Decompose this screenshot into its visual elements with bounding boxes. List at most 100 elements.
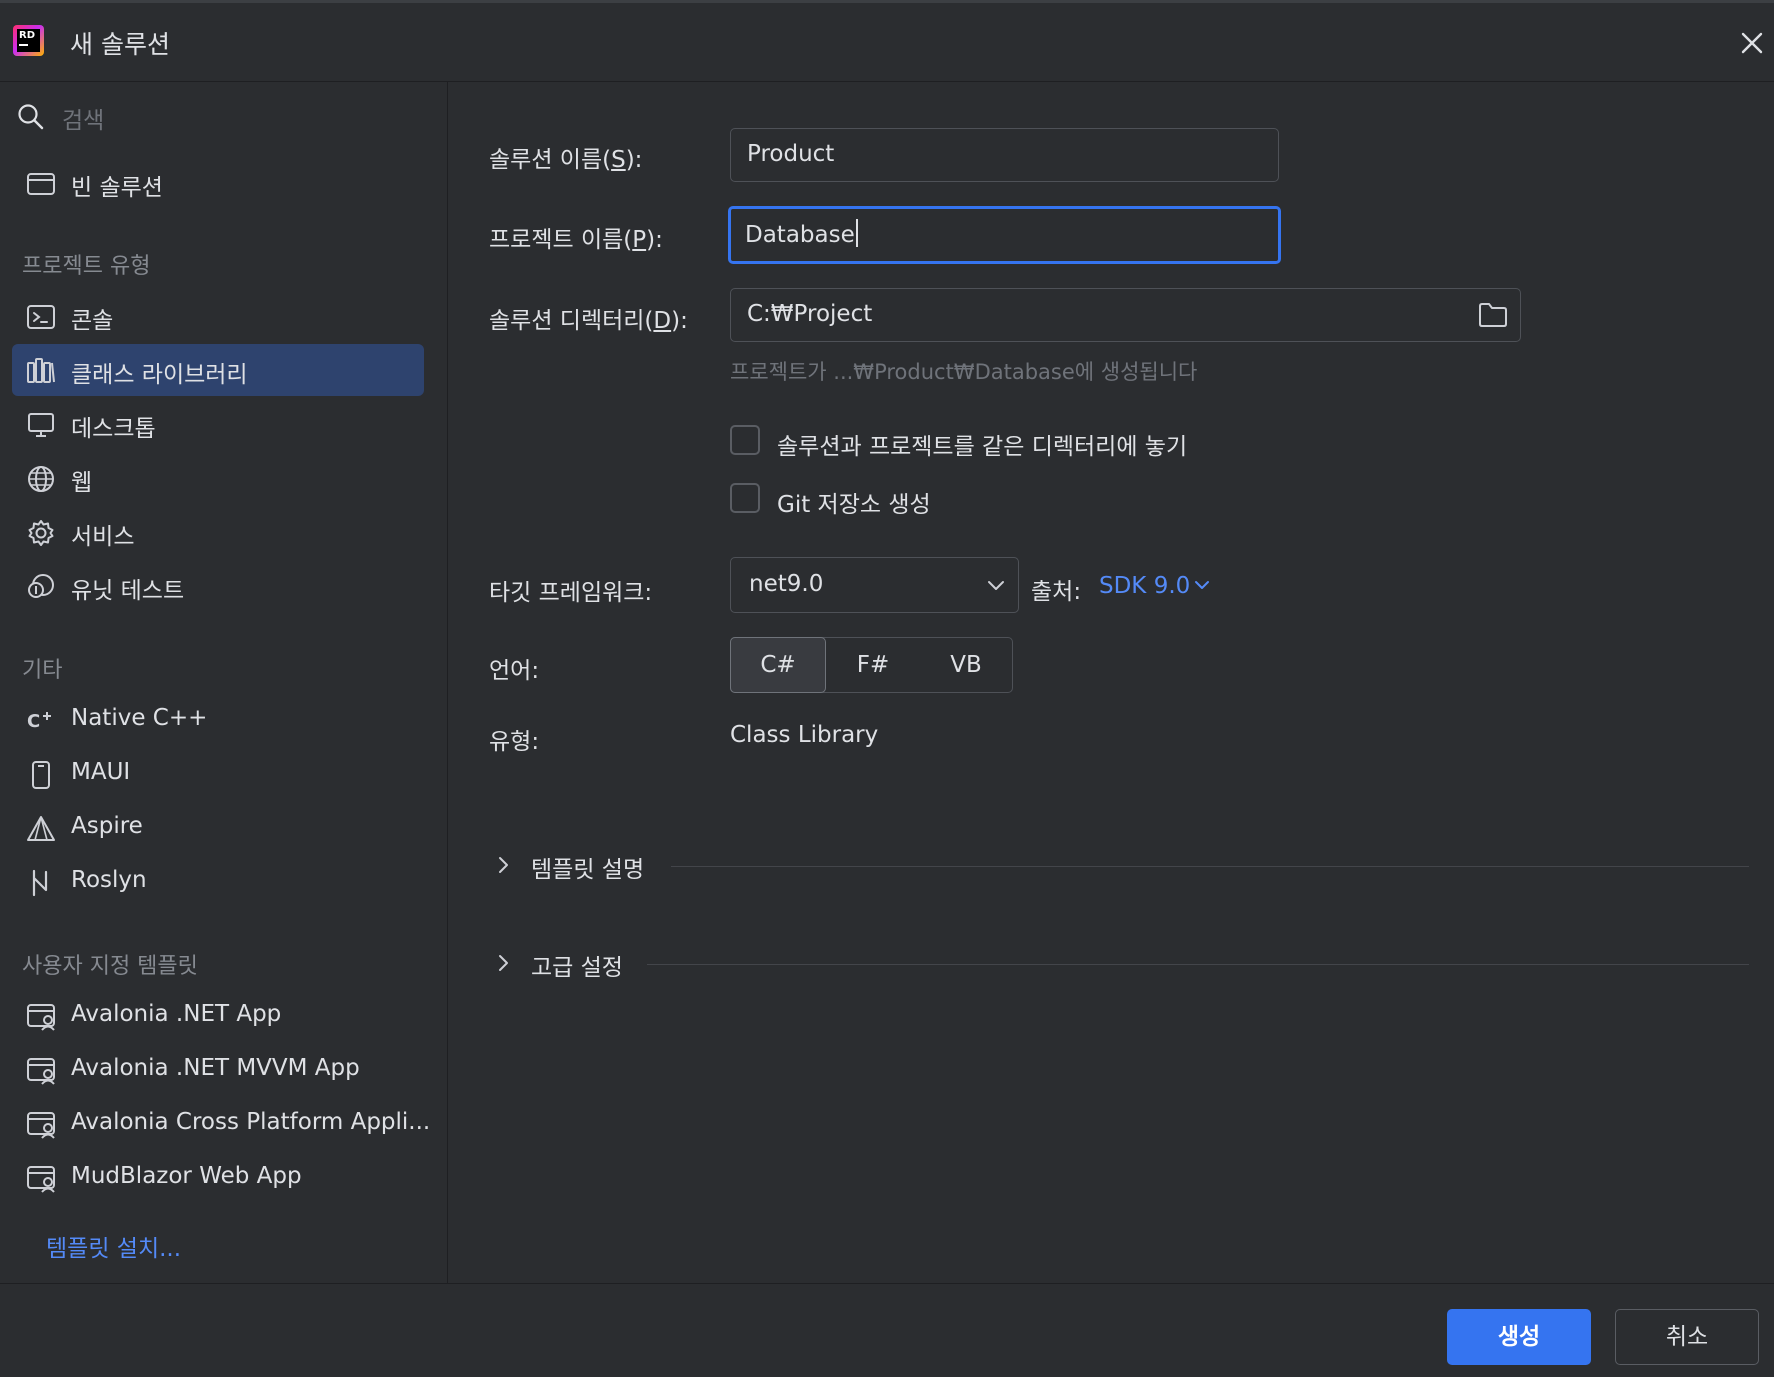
sidebar-item-empty-solution[interactable]: 빈 솔루션 [12,157,424,209]
search-icon [16,102,46,132]
sidebar-item-label: MAUI [71,759,131,785]
language-option-fsharp[interactable]: F# [828,638,918,692]
window-icon [26,169,56,199]
text-caret [855,219,858,247]
cancel-button[interactable]: 취소 [1615,1309,1759,1365]
aspire-icon [26,814,56,844]
template-sidebar: 검색 빈 솔루션 프로젝트 유형 콘솔 클래스 라이브러리 데스크톱 웹 서비스… [0,82,448,1283]
source-sdk-link[interactable]: SDK 9.0 [1099,573,1190,599]
solution-name-label: 솔루션 이름(S): [489,140,642,174]
dialog-footer: 생성 취소 [0,1283,1774,1377]
library-icon [26,356,56,386]
search-field[interactable]: 검색 [14,98,424,138]
install-templates-link[interactable]: 템플릿 설치... [46,1229,181,1263]
label-text: ): [646,227,663,253]
section-header-other: 기타 [22,658,63,683]
gear-icon [26,518,56,548]
sidebar-item-label: Roslyn [71,867,147,893]
label-text: 프로젝트 이름( [489,227,633,253]
sidebar-item-desktop[interactable]: 데스크톱 [12,398,424,450]
sidebar-item-label: Avalonia Cross Platform Appli... [71,1109,431,1135]
sidebar-item-web[interactable]: 웹 [12,452,424,504]
chevron-down-icon[interactable] [1193,576,1211,594]
folder-icon[interactable] [1478,301,1508,329]
input-text: Database [745,222,855,248]
sidebar-item-unit-test[interactable]: 유닛 테스트 [12,560,424,612]
unit-test-icon [26,572,56,602]
solution-dir-input[interactable]: C:₩Project [730,288,1521,342]
sidebar-item-label: 빈 솔루션 [71,175,163,201]
label-text: 솔루션 이름( [489,147,612,173]
chevron-down-icon [986,575,1006,595]
sidebar-item-label: Avalonia .NET App [71,1001,282,1027]
sidebar-item-roslyn[interactable]: Roslyn [12,856,424,908]
section-divider [671,866,1749,867]
dropdown-value: net9.0 [749,571,824,597]
sidebar-item-label: 클래스 라이브러리 [71,362,248,388]
section-header-custom-templates: 사용자 지정 템플릿 [22,954,198,979]
sidebar-item-avalonia-mvvm-app[interactable]: Avalonia .NET MVVM App [12,1044,424,1096]
title-bar: RD 새 솔루션 [0,3,1774,82]
input-value: Database [745,219,858,248]
sidebar-item-label: Aspire [71,813,143,839]
create-button[interactable]: 생성 [1447,1309,1591,1365]
new-solution-dialog: RD 새 솔루션 검색 빈 솔루션 프로젝트 유형 콘솔 클래스 라이브러리 데… [0,0,1774,1377]
language-segmented-control: C# F# VB [730,637,1013,693]
template-icon [26,1164,56,1194]
solution-dir-label: 솔루션 디렉터리(D): [489,301,688,335]
same-directory-checkbox[interactable] [730,425,760,455]
globe-icon [26,464,56,494]
search-placeholder: 검색 [62,108,105,134]
sidebar-item-label: 유닛 테스트 [71,578,185,604]
type-label: 유형: [489,729,540,755]
template-icon [26,1002,56,1032]
section-divider [647,964,1749,965]
label-text: ): [671,308,688,334]
close-button[interactable] [1734,25,1770,61]
source-label: 출처: [1031,579,1082,605]
same-directory-label[interactable]: 솔루션과 프로젝트를 같은 디렉터리에 놓기 [777,427,1187,461]
language-option-vb[interactable]: VB [919,638,1013,692]
terminal-icon [26,302,56,332]
sidebar-item-class-library[interactable]: 클래스 라이브러리 [12,344,424,396]
sidebar-item-native-cpp[interactable]: C Native C++ [12,694,424,746]
chevron-right-icon [495,952,513,974]
input-value: C:₩Project [747,301,873,327]
input-value: Product [747,141,835,167]
sidebar-item-aspire[interactable]: Aspire [12,802,424,854]
phone-icon [26,760,56,790]
label-text: 솔루션 디렉터리( [489,308,654,334]
language-label: 언어: [489,658,540,684]
sidebar-item-avalonia-cross-platform[interactable]: Avalonia Cross Platform Appli... [12,1098,430,1150]
close-icon [1741,32,1763,54]
sidebar-item-label: 웹 [71,470,93,496]
sidebar-item-label: Avalonia .NET MVVM App [71,1055,360,1081]
git-repo-checkbox[interactable] [730,483,760,513]
advanced-settings-section[interactable]: 고급 설정 [495,944,1749,984]
chevron-right-icon [495,854,513,876]
sidebar-item-service[interactable]: 서비스 [12,506,424,558]
git-repo-label[interactable]: Git 저장소 생성 [777,485,931,519]
solution-name-input[interactable]: Product [730,128,1279,182]
svg-text:C: C [27,711,40,732]
sidebar-item-mudblazor-web-app[interactable]: MudBlazor Web App [12,1152,424,1204]
project-name-input[interactable]: Database [728,206,1281,264]
section-title: 템플릿 설명 [531,857,645,883]
sidebar-item-label: 서비스 [71,524,135,550]
sidebar-item-console[interactable]: 콘솔 [12,290,424,342]
language-option-csharp[interactable]: C# [730,637,826,693]
sidebar-item-maui[interactable]: MAUI [12,748,424,800]
section-title: 고급 설정 [531,955,623,981]
target-framework-dropdown[interactable]: net9.0 [730,557,1019,613]
section-header-project-types: 프로젝트 유형 [22,254,151,279]
window-title: 새 솔루션 [70,30,170,59]
sidebar-item-avalonia-app[interactable]: Avalonia .NET App [12,990,424,1042]
monitor-icon [26,410,56,440]
template-icon [26,1110,56,1140]
template-icon [26,1056,56,1086]
type-value: Class Library [730,722,879,748]
sidebar-item-label: MudBlazor Web App [71,1163,302,1189]
mnemonic: D [653,308,672,334]
template-description-section[interactable]: 템플릿 설명 [495,846,1749,886]
mnemonic: S [611,147,626,173]
